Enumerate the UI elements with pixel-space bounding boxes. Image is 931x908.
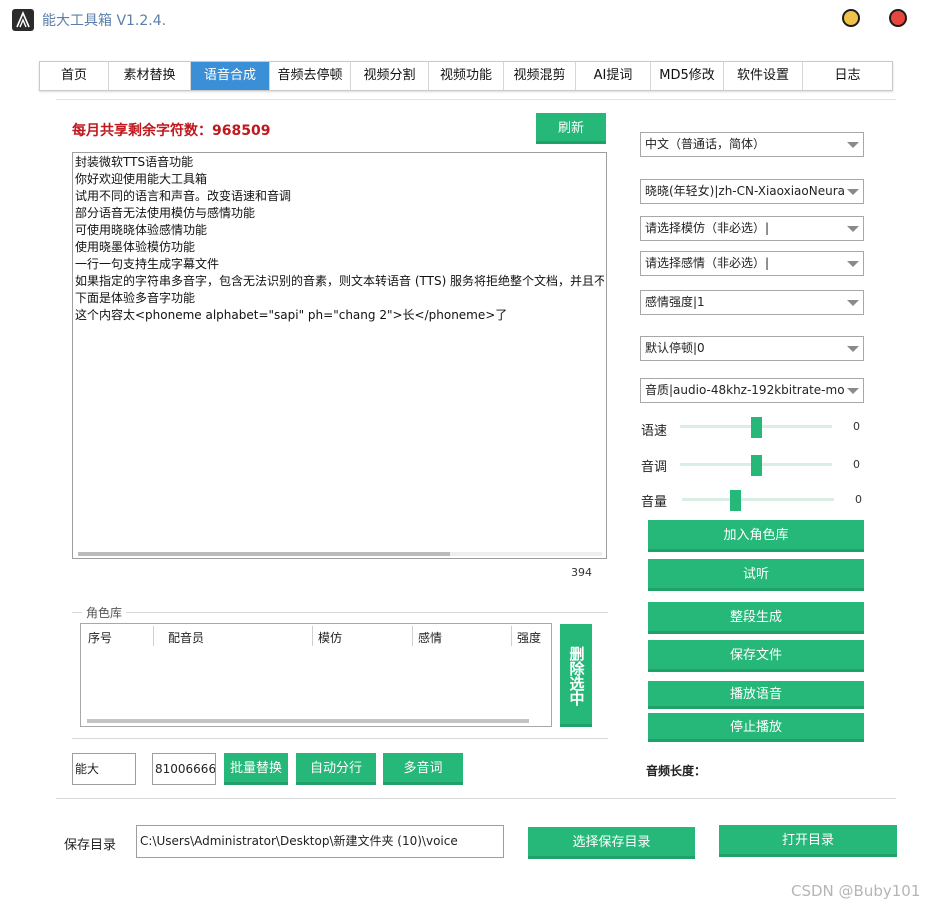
bottom-divider bbox=[56, 798, 896, 799]
replace-source-input[interactable]: 能大 bbox=[72, 753, 136, 785]
voice-value: 晓晓(年轻女)|zh-CN-XiaoxiaoNeural bbox=[645, 184, 845, 198]
choose-save-dir-button[interactable]: 选择保存目录 bbox=[528, 827, 695, 859]
chevron-down-icon bbox=[847, 345, 859, 352]
tab-divider bbox=[56, 99, 896, 100]
tts-text-editor[interactable]: 封装微软TTS语音功能 你好欢迎使用能大工具箱 试用不同的语言和声音。改变语速和… bbox=[72, 152, 607, 559]
tab-material-replace[interactable]: 素材替换 bbox=[109, 62, 191, 90]
role-library-bottom-line bbox=[72, 738, 608, 739]
pause-select[interactable]: 默认停顿|0 bbox=[640, 336, 864, 361]
editor-line: 你好欢迎使用能大工具箱 bbox=[75, 172, 208, 186]
editor-line: 如果指定的字符串多音字，包含无法识别的音素，则文本转语音 (TTS) 服务将拒绝… bbox=[75, 274, 604, 288]
pitch-label: 音调 bbox=[641, 460, 668, 475]
tab-home[interactable]: 首页 bbox=[40, 62, 109, 90]
column-header-voice[interactable]: 配音员 bbox=[168, 629, 204, 646]
watermark-text: CSDN @Buby101 bbox=[791, 882, 921, 900]
tab-ai-prompt[interactable]: AI提词 bbox=[576, 62, 651, 90]
chevron-down-icon bbox=[847, 188, 859, 195]
rate-value: 0 bbox=[853, 420, 860, 433]
polyphone-button[interactable]: 多音词 bbox=[383, 753, 463, 785]
volume-slider-track[interactable] bbox=[682, 498, 834, 501]
editor-line: 封装微软TTS语音功能 bbox=[75, 155, 194, 169]
editor-line: 这个内容太<phoneme alphabet="sapi" ph="chang … bbox=[75, 308, 508, 322]
chevron-down-icon bbox=[847, 299, 859, 306]
app-logo-icon bbox=[12, 9, 34, 31]
editor-line: 部分语音无法使用模仿与感情功能 bbox=[75, 206, 256, 220]
editor-line: 一行一句支持生成字幕文件 bbox=[75, 257, 220, 271]
role-library-groupbox-line bbox=[72, 612, 608, 613]
role-library-table[interactable]: 序号 配音员 模仿 感情 强度 bbox=[80, 623, 552, 727]
chevron-down-icon bbox=[847, 141, 859, 148]
editor-line: 使用晓墨体验模仿功能 bbox=[75, 240, 196, 254]
quality-select[interactable]: 音质|audio-48khz-192kbitrate-mono-mp3 bbox=[640, 378, 864, 403]
preview-button[interactable]: 试听 bbox=[648, 559, 864, 591]
column-separator bbox=[412, 626, 413, 646]
add-to-role-library-button[interactable]: 加入角色库 bbox=[648, 520, 864, 552]
batch-replace-button[interactable]: 批量替换 bbox=[224, 753, 288, 785]
refresh-button[interactable]: 刷新 bbox=[536, 113, 606, 144]
column-header-emotion[interactable]: 感情 bbox=[418, 629, 442, 646]
delete-selected-button[interactable]: 删除选中 bbox=[560, 624, 592, 727]
volume-label: 音量 bbox=[641, 495, 668, 510]
close-button[interactable] bbox=[889, 9, 907, 27]
quota-text: 每月共享剩余字符数：968509 bbox=[72, 123, 271, 139]
language-value: 中文（普通话，简体） bbox=[645, 137, 766, 151]
chevron-down-icon bbox=[847, 387, 859, 394]
save-file-button[interactable]: 保存文件 bbox=[648, 640, 864, 672]
play-audio-button[interactable]: 播放语音 bbox=[648, 681, 864, 709]
main-tab-bar: 首页 素材替换 语音合成 音频去停顿 视频分割 视频功能 视频混剪 AI提词 M… bbox=[39, 61, 893, 91]
tab-video-functions[interactable]: 视频功能 bbox=[429, 62, 504, 90]
chevron-down-icon bbox=[847, 260, 859, 267]
auto-split-button[interactable]: 自动分行 bbox=[296, 753, 376, 785]
app-title: 能大工具箱 V1.2.4. bbox=[42, 13, 167, 29]
quality-value: 音质|audio-48khz-192kbitrate-mono-mp3 bbox=[645, 383, 845, 397]
pitch-value: 0 bbox=[853, 458, 860, 471]
column-separator bbox=[153, 626, 154, 646]
editor-scrollbar-thumb[interactable] bbox=[78, 552, 450, 556]
stop-playback-button[interactable]: 停止播放 bbox=[648, 713, 864, 742]
tab-video-mix[interactable]: 视频混剪 bbox=[504, 62, 576, 90]
char-count: 394 bbox=[571, 566, 592, 579]
language-select[interactable]: 中文（普通话，简体） bbox=[640, 132, 864, 157]
save-path-input[interactable]: C:\Users\Administrator\Desktop\新建文件夹 (10… bbox=[136, 825, 504, 858]
pitch-slider-thumb[interactable] bbox=[751, 455, 762, 476]
rate-slider-thumb[interactable] bbox=[751, 417, 762, 438]
volume-slider-thumb[interactable] bbox=[730, 490, 742, 511]
column-header-imitate[interactable]: 模仿 bbox=[318, 629, 342, 646]
audio-duration-label: 音频长度： bbox=[646, 764, 707, 778]
tab-md5-modify[interactable]: MD5修改 bbox=[651, 62, 724, 90]
tab-speech-synthesis[interactable]: 语音合成 bbox=[191, 62, 270, 90]
editor-line: 试用不同的语言和声音。改变语速和音调 bbox=[75, 189, 292, 203]
open-dir-button[interactable]: 打开目录 bbox=[719, 825, 897, 857]
chevron-down-icon bbox=[847, 225, 859, 232]
tab-log[interactable]: 日志 bbox=[803, 62, 892, 90]
intensity-value: 感情强度|1 bbox=[645, 295, 705, 309]
volume-value: 0 bbox=[855, 493, 862, 506]
tab-video-split[interactable]: 视频分割 bbox=[351, 62, 429, 90]
rate-label: 语速 bbox=[641, 424, 668, 439]
voice-select[interactable]: 晓晓(年轻女)|zh-CN-XiaoxiaoNeural bbox=[640, 179, 864, 204]
column-separator bbox=[511, 626, 512, 646]
save-dir-label: 保存目录 bbox=[64, 838, 117, 853]
replace-target-input[interactable]: 810066660 bbox=[152, 753, 216, 785]
pause-value: 默认停顿|0 bbox=[645, 341, 705, 355]
emotion-select[interactable]: 请选择感情（非必选）| bbox=[640, 251, 864, 276]
generate-all-button[interactable]: 整段生成 bbox=[648, 602, 864, 634]
column-header-intensity[interactable]: 强度 bbox=[517, 629, 541, 646]
intensity-select[interactable]: 感情强度|1 bbox=[640, 290, 864, 315]
role-table-scrollbar[interactable] bbox=[87, 719, 529, 723]
imitate-value: 请选择模仿（非必选）| bbox=[645, 221, 770, 235]
column-header-index[interactable]: 序号 bbox=[88, 629, 112, 646]
imitate-select[interactable]: 请选择模仿（非必选）| bbox=[640, 216, 864, 241]
minimize-button[interactable] bbox=[842, 9, 860, 27]
tab-audio-pause-removal[interactable]: 音频去停顿 bbox=[270, 62, 351, 90]
emotion-value: 请选择感情（非必选）| bbox=[645, 256, 770, 270]
role-library-title: 角色库 bbox=[82, 604, 127, 621]
editor-line: 可使用晓晓体验感情功能 bbox=[75, 223, 208, 237]
tab-software-settings[interactable]: 软件设置 bbox=[724, 62, 803, 90]
editor-line: 下面是体验多音字功能 bbox=[75, 291, 196, 305]
column-separator bbox=[312, 626, 313, 646]
